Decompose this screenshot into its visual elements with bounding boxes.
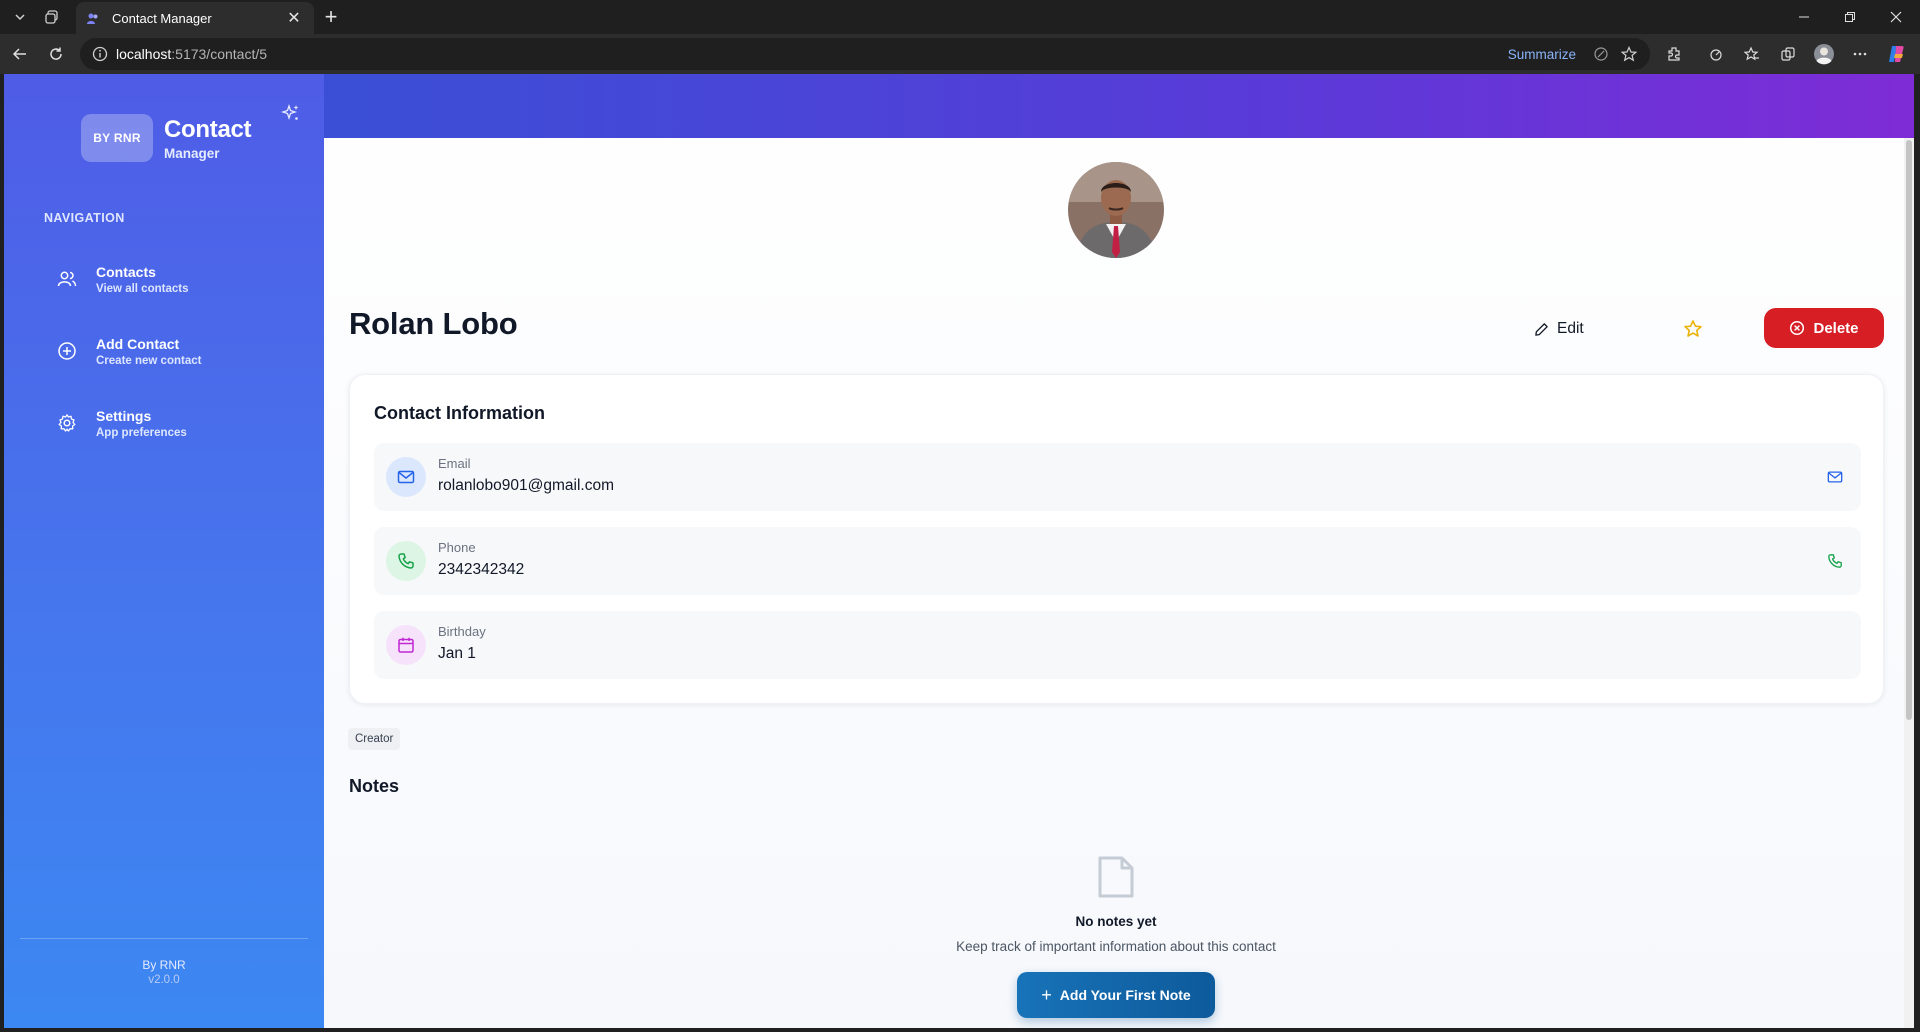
sparkles-icon[interactable]	[280, 102, 302, 124]
birthday-row: Birthday Jan 1	[374, 611, 1861, 679]
email-label: Email	[438, 456, 471, 471]
tab-list-icon[interactable]	[6, 5, 34, 29]
empty-notes-title: No notes yet	[1075, 914, 1157, 929]
collections-icon[interactable]	[1776, 43, 1800, 65]
close-window-button[interactable]	[1876, 4, 1916, 30]
empty-notes-subtitle: Keep track of important information abou…	[956, 939, 1276, 954]
birthday-label: Birthday	[438, 624, 486, 639]
file-icon	[1095, 854, 1137, 900]
sidebar-item-sublabel: Create new contact	[96, 354, 202, 367]
email-value: rolanlobo901@gmail.com	[438, 477, 614, 494]
main-content: Rolan Lobo Edit Delete Contact Informati…	[324, 74, 1914, 1028]
sidebar-item-label: Add Contact	[96, 335, 180, 352]
performance-icon[interactable]	[1704, 43, 1728, 65]
gear-icon	[56, 412, 78, 434]
sidebar: BY RNR Contact Manager NAVIGATION Contac…	[4, 74, 324, 1028]
contact-name: Rolan Lobo	[349, 306, 518, 341]
scrollbar-thumb[interactable]	[1906, 140, 1912, 720]
x-circle-icon	[1790, 320, 1805, 336]
reading-mode-icon[interactable]	[1590, 43, 1612, 65]
favorite-star-icon[interactable]	[1618, 43, 1640, 65]
header-banner	[324, 74, 1914, 138]
pencil-icon	[1535, 322, 1548, 336]
sidebar-item-text: Add Contact Create new contact	[96, 336, 201, 367]
star-icon	[1684, 320, 1702, 337]
users-icon	[56, 268, 78, 290]
delete-button[interactable]: Delete	[1764, 308, 1884, 348]
summarize-button[interactable]: Summarize	[1508, 47, 1576, 62]
tab-close-icon[interactable]: ✕	[284, 8, 304, 28]
tab-contact-manager[interactable]: Contact Manager ✕	[76, 2, 314, 34]
tab-title: Contact Manager	[112, 10, 212, 26]
browser-toolbar: localhost:5173/contact/5 Summarize	[0, 34, 1920, 74]
add-note-label: Add Your First Note	[1059, 987, 1191, 1003]
plus-icon: +	[1041, 984, 1052, 1005]
sidebar-footer-version: v2.0.0	[148, 974, 180, 986]
browser-tabbar: Contact Manager ✕ +	[0, 0, 1920, 34]
more-menu-icon[interactable]	[1848, 43, 1872, 65]
phone-label: Phone	[438, 540, 476, 555]
sidebar-item-label: Settings	[96, 407, 152, 424]
sidebar-item-add-contact[interactable]: Add Contact Create new contact	[44, 326, 294, 376]
restore-button[interactable]	[1830, 4, 1870, 30]
sidebar-item-sublabel: App preferences	[96, 426, 187, 439]
site-info-icon[interactable]	[90, 44, 110, 64]
contact-info-card: Contact Information Email rolanlobo901@g…	[349, 374, 1884, 704]
workspaces-icon[interactable]	[38, 5, 66, 29]
sidebar-item-sublabel: View all contacts	[96, 282, 189, 295]
sidebar-item-text: Contacts View all contacts	[96, 264, 188, 295]
nav-heading: NAVIGATION	[44, 211, 125, 225]
brand-subtitle: Manager	[164, 146, 220, 161]
url-text: localhost:5173/contact/5	[116, 46, 1508, 62]
phone-row: Phone 2342342342	[374, 527, 1861, 595]
plus-circle-icon	[56, 340, 78, 362]
new-tab-button[interactable]: +	[318, 4, 344, 29]
contact-info-title: Contact Information	[374, 403, 545, 423]
sidebar-item-contacts[interactable]: Contacts View all contacts	[44, 254, 294, 304]
favorites-icon[interactable]	[1740, 43, 1764, 65]
calendar-icon	[386, 625, 426, 665]
edit-label: Edit	[1557, 320, 1584, 337]
sidebar-footer-author: By RNR	[142, 958, 186, 972]
phone-icon	[386, 541, 426, 581]
edit-button[interactable]: Edit	[1534, 314, 1584, 344]
notes-title: Notes	[349, 776, 400, 796]
brand-badge: BY RNR	[81, 114, 153, 162]
profile-avatar[interactable]	[1812, 43, 1836, 65]
reload-button[interactable]	[42, 41, 70, 67]
minimize-button[interactable]	[1784, 4, 1824, 30]
sidebar-item-text: Settings App preferences	[96, 408, 187, 439]
birthday-value: Jan 1	[438, 645, 476, 662]
app-viewport: BY RNR Contact Manager NAVIGATION Contac…	[4, 74, 1914, 1028]
url-path: :5173/contact/5	[171, 46, 268, 62]
extensions-icon[interactable]	[1662, 43, 1686, 65]
send-email-icon[interactable]	[1825, 467, 1845, 487]
sidebar-item-label: Contacts	[96, 263, 156, 280]
delete-label: Delete	[1813, 319, 1859, 337]
address-bar[interactable]: localhost:5173/contact/5 Summarize	[80, 38, 1650, 70]
phone-value: 2342342342	[438, 561, 525, 578]
tab-favicon-icon	[86, 11, 100, 25]
contact-avatar	[1068, 162, 1164, 258]
mail-icon	[386, 457, 426, 497]
url-host: localhost	[116, 46, 172, 62]
email-row: Email rolanlobo901@gmail.com	[374, 443, 1861, 511]
sidebar-divider	[20, 938, 308, 939]
back-button[interactable]	[6, 41, 34, 67]
add-first-note-button[interactable]: + Add Your First Note	[1017, 972, 1215, 1018]
copilot-icon[interactable]	[1884, 43, 1908, 65]
call-phone-icon[interactable]	[1825, 551, 1845, 571]
contact-tag[interactable]: Creator	[348, 728, 401, 750]
sidebar-item-settings[interactable]: Settings App preferences	[44, 398, 294, 448]
favorite-button[interactable]	[1680, 316, 1706, 342]
brand-title: Contact	[164, 116, 252, 143]
